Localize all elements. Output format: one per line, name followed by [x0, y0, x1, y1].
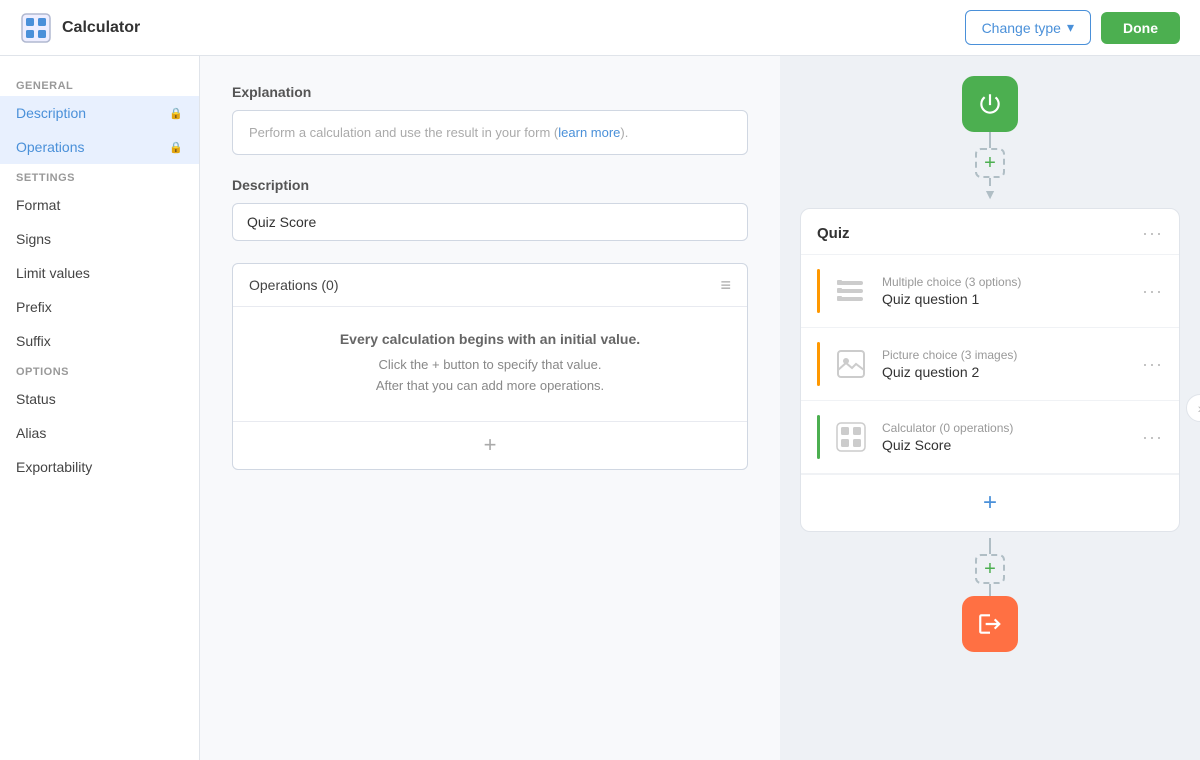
sidebar-item-alias[interactable]: Alias [0, 416, 199, 450]
sidebar-section-general: General [0, 72, 199, 96]
sidebar: General Description 🔒 Operations 🔒 Setti… [0, 56, 200, 760]
flow-add-button-top[interactable]: + [975, 148, 1005, 178]
flow-arrow-top: ▼ [983, 186, 997, 202]
explanation-box: Perform a calculation and use the result… [232, 110, 748, 155]
flow-add-button-bottom[interactable]: + [975, 554, 1005, 584]
sidebar-item-format[interactable]: Format [0, 188, 199, 222]
right-panel: + ▼ Quiz ··· [780, 56, 1200, 760]
description-title: Description [232, 177, 748, 193]
sidebar-item-suffix[interactable]: Suffix [0, 324, 199, 358]
quiz-card-header: Quiz ··· [801, 209, 1179, 255]
quiz-card: Quiz ··· [800, 208, 1180, 532]
quiz-item-1: Multiple choice (3 options) Quiz questio… [801, 255, 1179, 328]
sidebar-item-status[interactable]: Status [0, 382, 199, 416]
header: Calculator Change type ▾ Done [0, 0, 1200, 56]
quiz-item-3: Calculator (0 operations) Quiz Score ··· [801, 401, 1179, 474]
operations-line1: Click the + button to specify that value… [249, 355, 731, 376]
flow-end-node [962, 596, 1018, 652]
learn-more-link[interactable]: learn more [558, 125, 620, 140]
flow-line-top2 [989, 178, 991, 186]
quiz-item-bar-1 [817, 269, 820, 313]
content-area: Explanation Perform a calculation and us… [200, 56, 780, 760]
quiz-add-item-button[interactable]: + [983, 489, 997, 517]
lock-icon-description: 🔒 [169, 107, 183, 120]
operations-header: Operations (0) ≡ [233, 264, 747, 307]
enter-icon [977, 91, 1003, 117]
sidebar-item-signs[interactable]: Signs [0, 222, 199, 256]
flow-line-top1 [989, 132, 991, 148]
quiz-item-bar-2 [817, 342, 820, 386]
operations-body: Every calculation begins with an initial… [233, 307, 747, 421]
plus-icon-bottom: + [984, 558, 996, 581]
quiz-item-content-1: Multiple choice (3 options) Quiz questio… [882, 275, 1130, 307]
sidebar-item-limit-values[interactable]: Limit values [0, 256, 199, 290]
flow-line-bot1 [989, 538, 991, 554]
sidebar-item-prefix[interactable]: Prefix [0, 290, 199, 324]
quiz-item-name-1: Quiz question 1 [882, 291, 1130, 307]
quiz-item-more-3[interactable]: ··· [1142, 427, 1163, 448]
flow-connector-top: + ▼ [975, 132, 1005, 202]
exit-icon [977, 611, 1003, 637]
sidebar-item-exportability[interactable]: Exportability [0, 450, 199, 484]
quiz-card-footer: + [801, 474, 1179, 531]
sidebar-section-options: Options [0, 358, 199, 382]
flow-connector-bottom: + [975, 538, 1005, 596]
main-layout: General Description 🔒 Operations 🔒 Setti… [0, 56, 1200, 760]
quiz-item-more-2[interactable]: ··· [1142, 354, 1163, 375]
operations-line2: After that you can add more operations. [249, 376, 731, 397]
flow-start-node [962, 76, 1018, 132]
quiz-title: Quiz [817, 225, 850, 242]
operations-menu-icon[interactable]: ≡ [720, 276, 731, 294]
calculator-icon [20, 12, 52, 44]
quiz-item-icon-1 [832, 272, 870, 310]
quiz-item-type-3: Calculator (0 operations) [882, 421, 1130, 435]
done-button[interactable]: Done [1101, 12, 1180, 44]
header-logo: Calculator [20, 12, 140, 44]
plus-icon: + [984, 152, 996, 175]
app-title: Calculator [62, 19, 140, 37]
quiz-item-content-2: Picture choice (3 images) Quiz question … [882, 348, 1130, 380]
quiz-item-bar-3 [817, 415, 820, 459]
quiz-item-type-1: Multiple choice (3 options) [882, 275, 1130, 289]
quiz-item-type-2: Picture choice (3 images) [882, 348, 1130, 362]
quiz-item-more-1[interactable]: ··· [1142, 281, 1163, 302]
operations-add-button[interactable]: + [233, 421, 747, 469]
explanation-title: Explanation [232, 84, 748, 100]
sidebar-section-settings: Settings [0, 164, 199, 188]
quiz-item-icon-2 [832, 345, 870, 383]
operations-title: Operations (0) [249, 277, 338, 293]
flow-container: + ▼ Quiz ··· [780, 76, 1200, 652]
quiz-item-2: Picture choice (3 images) Quiz question … [801, 328, 1179, 401]
quiz-item-name-3: Quiz Score [882, 437, 1130, 453]
lock-icon-operations: 🔒 [169, 141, 183, 154]
operations-box: Operations (0) ≡ Every calculation begin… [232, 263, 748, 470]
quiz-item-content-3: Calculator (0 operations) Quiz Score [882, 421, 1130, 453]
description-input[interactable] [232, 203, 748, 241]
quiz-item-name-2: Quiz question 2 [882, 364, 1130, 380]
quiz-item-icon-3 [832, 418, 870, 456]
plus-icon: + [484, 432, 497, 457]
sidebar-item-operations[interactable]: Operations 🔒 [0, 130, 199, 164]
header-actions: Change type ▾ Done [965, 10, 1180, 45]
sidebar-item-description[interactable]: Description 🔒 [0, 96, 199, 130]
chevron-down-icon: ▾ [1067, 19, 1074, 36]
quiz-more-icon[interactable]: ··· [1142, 223, 1163, 244]
operations-bold-text: Every calculation begins with an initial… [249, 331, 731, 347]
flow-line-bot2 [989, 584, 991, 596]
change-type-button[interactable]: Change type ▾ [965, 10, 1091, 45]
